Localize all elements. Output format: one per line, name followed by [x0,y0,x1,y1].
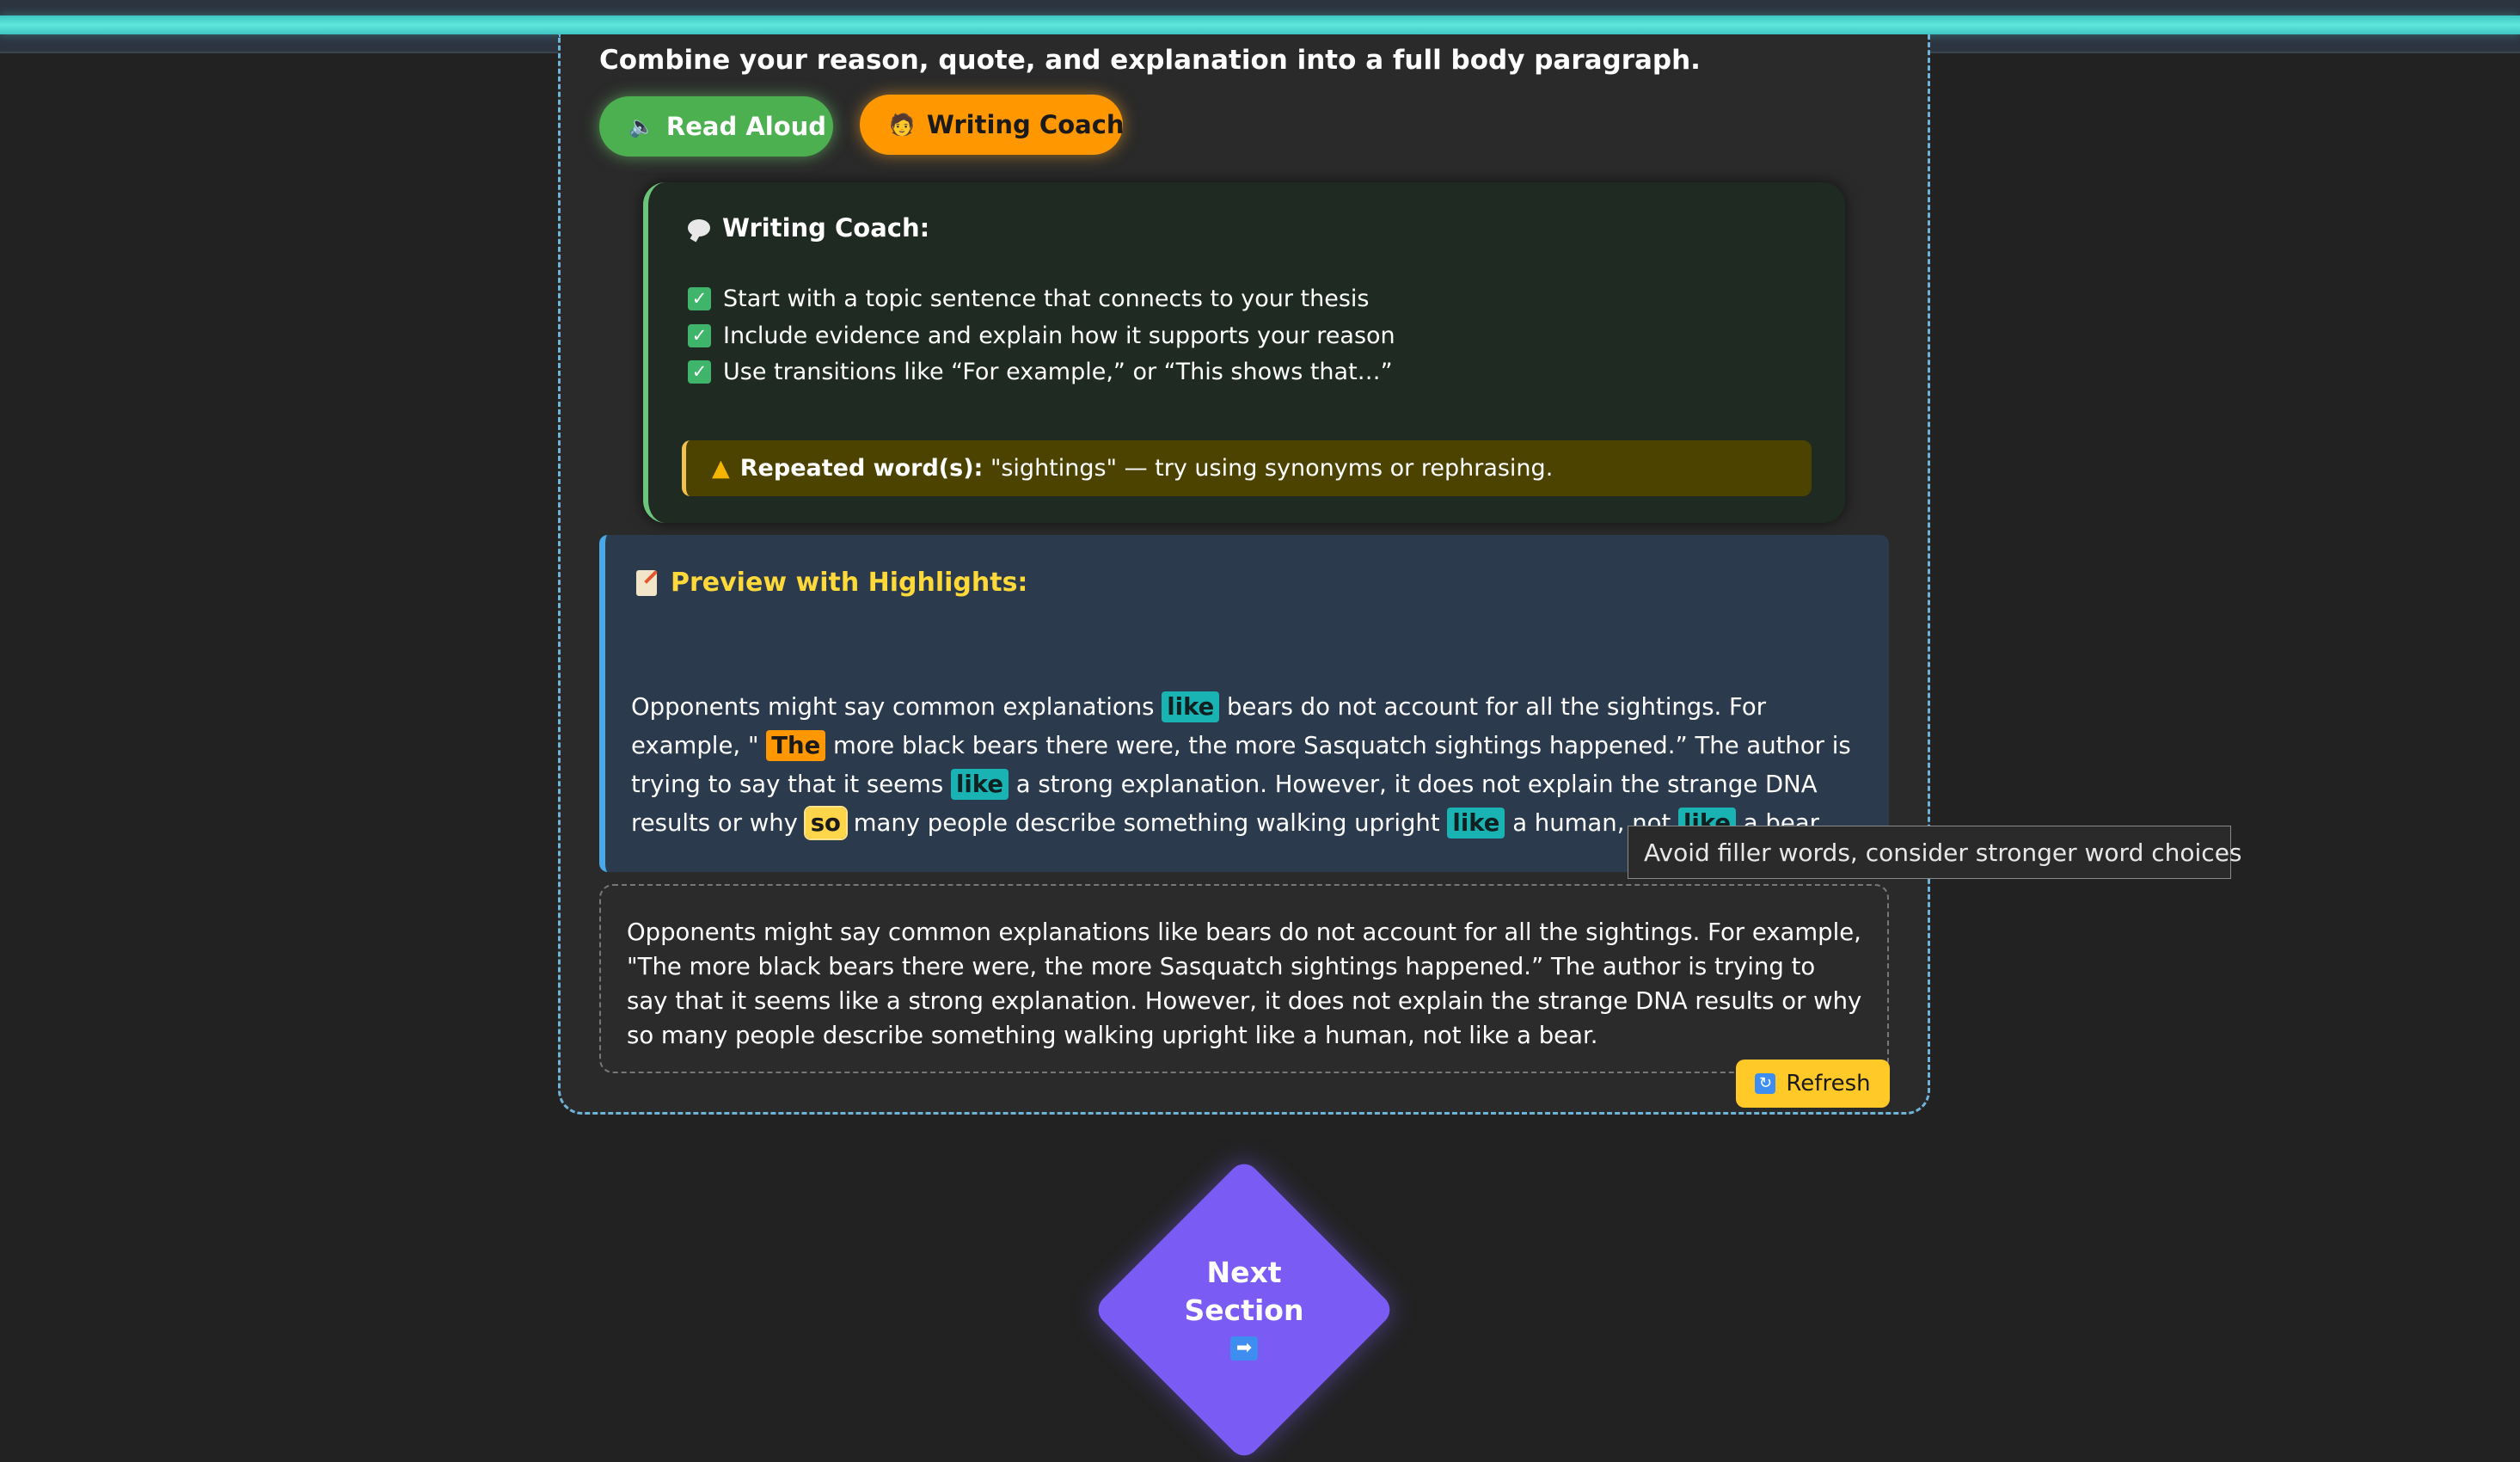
preview-text-segment: many people describe something walking u… [845,809,1448,837]
refresh-label: Refresh [1786,1071,1871,1096]
warning-label: Repeated word(s): [739,455,984,482]
filler-word-tooltip: Avoid filler words, consider stronger wo… [1628,826,2242,879]
next-section-button[interactable]: Next Section ➡ [1092,1158,1396,1462]
next-section-label-line1: Next [1206,1256,1282,1289]
checklist-item-text: Start with a topic sentence that connect… [723,286,1370,312]
arrow-right-icon: ➡ [1230,1336,1258,1361]
checklist-item: ✓ Use transitions like “For example,” or… [688,359,1393,385]
checklist-item: ✓ Include evidence and explain how it su… [688,322,1395,349]
checklist-item-text: Use transitions like “For example,” or “… [723,359,1393,385]
coach-icon: 🧑 [889,113,915,137]
coach-title: Writing Coach: [688,213,929,243]
coach-title-text: Writing Coach: [722,213,930,243]
checkbox-checked-icon: ✓ [688,360,711,384]
memo-icon [636,569,657,596]
instruction-text: Combine your reason, quote, and explanat… [599,45,1701,76]
warning-icon: ▲ [712,455,730,482]
next-section-label-line2: Section [1184,1293,1304,1327]
highlight-like[interactable]: like [950,769,1009,800]
writing-coach-button[interactable]: 🧑 Writing Coach [860,95,1125,155]
speaker-icon: 🔈 [628,114,654,138]
highlight-like[interactable]: like [1447,808,1505,838]
checklist-item: ✓ Start with a topic sentence that conne… [688,286,1369,312]
preview-highlighted-text: Opponents might say common explanations … [631,688,1861,843]
warning-text: "sightings" — try using synonyms or reph… [983,455,1554,482]
read-aloud-label: Read Aloud [665,112,827,141]
refresh-icon: ↻ [1755,1073,1776,1094]
read-aloud-button[interactable]: 🔈 Read Aloud [599,96,833,157]
paragraph-textarea[interactable]: Opponents might say common explanations … [599,884,1889,1073]
highlight-like[interactable]: like [1162,691,1220,722]
writing-coach-label: Writing Coach [926,110,1125,139]
checklist-item-text: Include evidence and explain how it supp… [723,322,1395,349]
preview-title-text: Preview with Highlights: [671,568,1028,598]
progress-bar [0,15,2520,34]
next-section-label: Next Section [1092,1254,1396,1330]
repeated-word-warning: ▲ Repeated word(s): "sightings" — try us… [682,440,1812,496]
checkbox-checked-icon: ✓ [688,324,711,347]
highlight-the[interactable]: The [766,730,826,761]
checkbox-checked-icon: ✓ [688,287,711,310]
preview-text-segment: Opponents might say common explanations [631,693,1162,721]
highlight-so[interactable]: so [805,808,846,838]
preview-title: Preview with Highlights: [636,568,1027,598]
refresh-button[interactable]: ↻ Refresh [1736,1060,1890,1108]
speech-bubble-icon [688,219,710,236]
